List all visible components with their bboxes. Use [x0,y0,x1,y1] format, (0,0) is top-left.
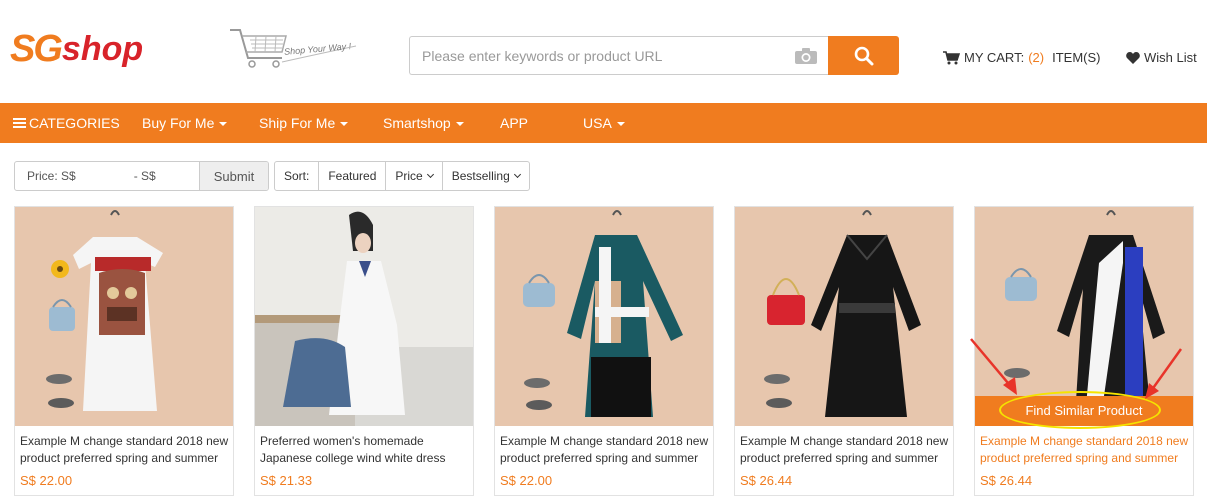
logo-word: shop [61,30,144,68]
find-similar-button[interactable]: Find Similar Product [975,396,1193,426]
price-to-label: - S$ [133,169,156,183]
search-bar [409,36,899,75]
sort-option-label: Price [395,169,423,183]
my-cart-link[interactable]: MY CART: (2) ITEM(S) [943,50,1100,65]
caret-down-icon [340,122,349,127]
product-price: S$ 22.00 [20,473,73,488]
product-title[interactable]: Example M change standard 2018 new produ… [740,433,950,467]
caret-down-icon [455,122,464,127]
search-box [409,36,828,75]
product-price: S$ 26.44 [980,473,1033,488]
shopping-cart-icon [943,50,960,64]
wish-list-label: Wish List [1144,50,1197,65]
product-card[interactable]: Example M change standard 2018 new produ… [14,206,234,496]
cart-label: MY CART: [964,50,1025,65]
nav-smartshop[interactable]: Smartshop [383,103,464,143]
product-price: S$ 22.00 [500,473,553,488]
sort-featured-button[interactable]: Featured [318,162,385,190]
nav-buy-for-me[interactable]: Buy For Me [142,103,228,143]
filter-bar: Price: S$ - S$ Submit Sort: Featured Pri… [14,161,530,191]
product-image[interactable] [255,207,473,426]
price-range-field[interactable]: Price: S$ - S$ [15,162,199,190]
cart-suffix: ITEM(S) [1052,50,1101,65]
product-title[interactable]: Example M change standard 2018 new produ… [20,433,230,467]
sort-bar: Sort: Featured Price Bestselling [274,161,530,191]
cart-count: (2) [1028,50,1045,65]
nav-app[interactable]: APP [500,103,528,143]
product-price: S$ 26.44 [740,473,793,488]
chevron-down-icon [513,170,521,178]
product-card[interactable]: Preferred women's homemade Japanese coll… [254,206,474,496]
camera-icon[interactable] [794,47,818,65]
search-button[interactable] [828,36,899,75]
site-logo[interactable]: SG shop [10,30,143,68]
price-filter: Price: S$ - S$ Submit [14,161,269,191]
sort-bestselling-button[interactable]: Bestselling [441,162,529,190]
search-icon [854,46,873,65]
sort-price-button[interactable]: Price [385,162,441,190]
nav-categories[interactable]: CATEGORIES [13,103,120,143]
site-header: SG shop Shop Your Way ! Please enter key… [0,0,1207,103]
logo-mark: SG [10,28,63,70]
product-card[interactable]: Example M change standard 2018 new produ… [494,206,714,496]
nav-item-label: USA [583,115,612,131]
caret-down-icon [219,122,228,127]
nav-item-label: APP [500,115,529,131]
sort-option-label: Featured [328,169,377,183]
price-from-label: Price: S$ [27,169,76,183]
nav-item-label: Buy For Me [142,115,215,131]
chevron-down-icon [426,170,434,178]
product-title[interactable]: Preferred women's homemade Japanese coll… [260,433,470,467]
nav-item-label: Ship For Me [259,115,336,131]
search-input[interactable] [410,37,790,74]
sort-option-label: Bestselling [451,169,510,183]
sort-label: Sort: [284,169,310,183]
product-card[interactable]: Find Similar Product Example M change st… [970,206,1194,496]
heart-icon [1126,51,1140,64]
product-image[interactable] [735,207,953,426]
product-title[interactable]: Example M change standard 2018 new produ… [980,433,1190,467]
caret-down-icon [616,122,625,127]
product-card[interactable]: Example M change standard 2018 new produ… [734,206,954,496]
product-grid: Example M change standard 2018 new produ… [14,206,1207,502]
product-image[interactable] [15,207,233,426]
nav-item-label: Smartshop [383,115,451,131]
main-nav: CATEGORIES Buy For Me Ship For Me Smarts… [0,103,1207,143]
nav-categories-label: CATEGORIES [29,115,120,131]
product-image[interactable] [495,207,713,426]
product-price: S$ 21.33 [260,473,313,488]
nav-region-usa[interactable]: USA [583,103,625,143]
product-title[interactable]: Example M change standard 2018 new produ… [500,433,710,467]
wish-list-link[interactable]: Wish List [1126,50,1197,65]
product-image[interactable] [975,207,1193,426]
price-submit-button[interactable]: Submit [199,162,268,190]
nav-ship-for-me[interactable]: Ship For Me [259,103,349,143]
menu-icon [13,116,26,130]
